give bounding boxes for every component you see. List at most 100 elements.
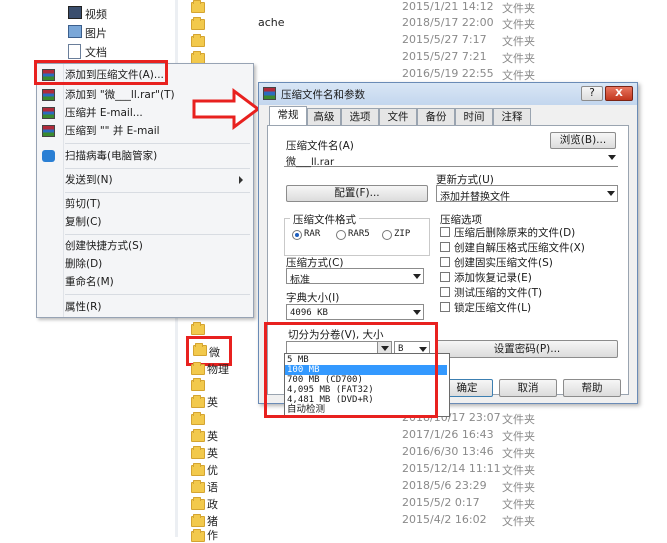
row-date: 2015/5/27 7:21 xyxy=(402,50,487,63)
nav-item-videos[interactable]: 视频 xyxy=(85,6,107,22)
video-library-icon xyxy=(68,6,82,19)
row-date: 2016/6/30 13:46 xyxy=(402,445,494,458)
menu-separator xyxy=(65,168,250,169)
help-title-button[interactable]: ? xyxy=(581,86,603,101)
picture-library-icon xyxy=(68,25,82,38)
tab-time[interactable]: 时间 xyxy=(455,108,493,125)
method-value: 标准 xyxy=(290,275,310,286)
row-type: 文件夹 xyxy=(502,515,535,528)
chevron-down-icon xyxy=(607,191,615,196)
format-rar-label: RAR xyxy=(304,229,321,239)
menu-item-virus-scan[interactable]: 扫描病毒(电脑管家) xyxy=(37,147,253,165)
row-type: 文件夹 xyxy=(502,481,535,494)
row-type: 文件夹 xyxy=(502,413,535,426)
option-solid-checkbox[interactable] xyxy=(440,257,450,267)
folder-name[interactable]: 英 xyxy=(207,428,218,444)
row-type: 文件夹 xyxy=(502,69,535,82)
update-mode-value: 添加并替换文件 xyxy=(440,192,510,203)
red-highlight-box xyxy=(34,60,168,85)
menu-item-label: 删除(D) xyxy=(65,258,103,270)
row-type: 文件夹 xyxy=(502,18,535,31)
folder-icon xyxy=(191,362,205,375)
red-arrow-annotation xyxy=(192,88,261,130)
winrar-icon xyxy=(263,87,276,100)
menu-separator xyxy=(65,192,250,193)
dict-size-select[interactable]: 4096 KB xyxy=(286,304,424,320)
tab-options[interactable]: 选项 xyxy=(341,108,379,125)
row-type: 文件夹 xyxy=(502,464,535,477)
format-rar-radio[interactable] xyxy=(292,230,302,240)
dialog-title: 压缩文件名和参数 xyxy=(281,89,365,101)
format-group-label: 压缩文件格式 xyxy=(290,212,359,227)
menu-item-label: 复制(C) xyxy=(65,216,102,228)
close-button[interactable]: X xyxy=(605,86,633,101)
menu-item-cut[interactable]: 剪切(T) xyxy=(37,195,253,213)
browse-button[interactable]: 浏览(B)... xyxy=(550,132,616,149)
folder-name[interactable]: 物理 xyxy=(207,361,229,377)
row-date: 2015/12/14 11:11 xyxy=(402,462,501,475)
option-test-checkbox[interactable] xyxy=(440,287,450,297)
menu-item-copy[interactable]: 复制(C) xyxy=(37,213,253,231)
config-button[interactable]: 配置(F)... xyxy=(286,185,428,202)
tab-files[interactable]: 文件 xyxy=(379,108,417,125)
archive-name-input[interactable]: 微___ll.rar xyxy=(284,152,618,168)
menu-item-label: 剪切(T) xyxy=(65,198,101,210)
nav-item-pictures[interactable]: 图片 xyxy=(85,25,107,41)
method-select[interactable]: 标准 xyxy=(286,268,424,286)
row-date: 2015/5/27 7:17 xyxy=(402,33,487,46)
help-button[interactable]: 帮助 xyxy=(563,379,621,397)
tab-advanced[interactable]: 高级 xyxy=(307,108,341,125)
cancel-button[interactable]: 取消 xyxy=(499,379,557,397)
menu-separator xyxy=(65,143,250,144)
tab-general[interactable]: 常规 xyxy=(269,106,307,126)
row-type: 文件夹 xyxy=(502,447,535,460)
row-date: 2018/5/17 22:00 xyxy=(402,16,494,29)
menu-item-rename[interactable]: 重命名(M) xyxy=(37,273,253,291)
row-type: 文件夹 xyxy=(502,430,535,443)
option-label: 创建固实压缩文件(S) xyxy=(454,257,553,269)
option-label: 添加恢复记录(E) xyxy=(454,272,532,284)
tab-comment[interactable]: 注释 xyxy=(493,108,531,125)
folder-name[interactable]: 优 xyxy=(207,462,218,478)
folder-icon xyxy=(191,17,205,30)
winrar-icon xyxy=(42,89,55,101)
winrar-icon xyxy=(42,125,55,137)
folder-icon xyxy=(191,480,205,493)
folder-icon xyxy=(191,0,205,13)
menu-item-label: 重命名(M) xyxy=(65,276,114,288)
menu-separator xyxy=(65,294,250,295)
menu-item-properties[interactable]: 属性(R) xyxy=(37,298,253,316)
folder-icon xyxy=(191,378,205,391)
option-sfx-checkbox[interactable] xyxy=(440,242,450,252)
folder-name[interactable]: 语 xyxy=(207,479,218,495)
menu-item-delete[interactable]: 删除(D) xyxy=(37,255,253,273)
folder-name[interactable]: 英 xyxy=(207,445,218,461)
format-rar5-radio[interactable] xyxy=(336,230,346,240)
folder-icon xyxy=(191,322,205,335)
folder-icon xyxy=(191,514,205,527)
folder-name[interactable]: 作 xyxy=(207,527,218,543)
option-label: 锁定压缩文件(L) xyxy=(454,302,532,314)
menu-item-send-to[interactable]: 发送到(N) xyxy=(37,171,253,189)
folder-name[interactable]: 英 xyxy=(207,394,218,410)
menu-item-label: 扫描病毒(电脑管家) xyxy=(65,150,158,162)
dialog-titlebar[interactable]: 压缩文件名和参数 ? X xyxy=(259,83,637,105)
row-date: 2015/1/21 14:12 xyxy=(402,0,494,13)
folder-name[interactable]: 政 xyxy=(207,496,218,512)
option-delete-after-checkbox[interactable] xyxy=(440,227,450,237)
format-zip-radio[interactable] xyxy=(382,230,392,240)
row-date: 2016/5/19 22:55 xyxy=(402,67,494,80)
menu-item-label: 压缩并 E-mail... xyxy=(65,107,143,119)
option-recovery-checkbox[interactable] xyxy=(440,272,450,282)
row-date: 2015/5/2 0:17 xyxy=(402,496,480,509)
menu-item-label: 添加到 "微___ll.rar"(T) xyxy=(65,89,175,101)
menu-item-create-shortcut[interactable]: 创建快捷方式(S) xyxy=(37,237,253,255)
folder-name-partial: ache xyxy=(258,16,285,29)
menu-item-label: 发送到(N) xyxy=(65,174,113,186)
update-mode-select[interactable]: 添加并替换文件 xyxy=(436,185,618,203)
set-password-button[interactable]: 设置密码(P)... xyxy=(436,340,618,358)
tab-backup[interactable]: 备份 xyxy=(417,108,455,125)
winrar-icon xyxy=(42,107,55,119)
option-lock-checkbox[interactable] xyxy=(440,302,450,312)
nav-item-documents[interactable]: 文档 xyxy=(85,44,107,60)
